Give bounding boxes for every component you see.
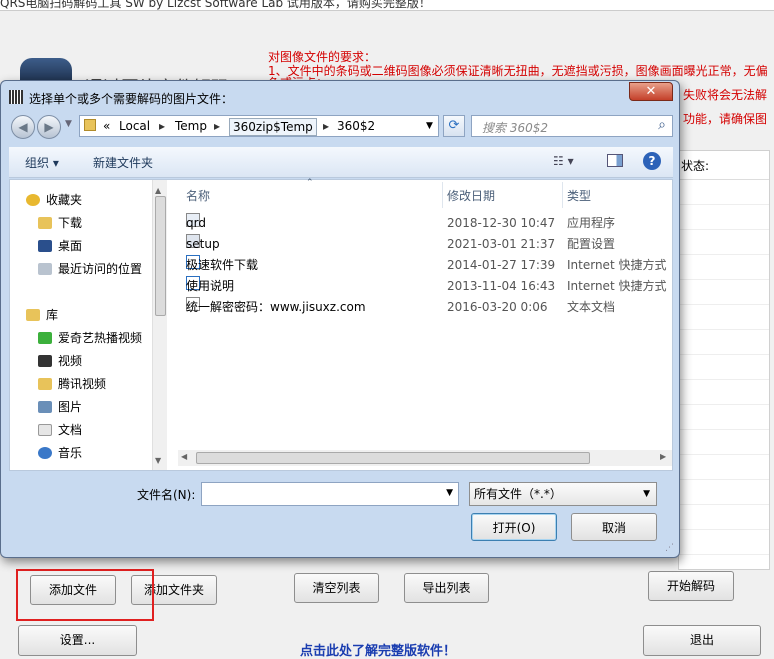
folder-icon bbox=[84, 119, 96, 131]
help-icon[interactable]: ? bbox=[643, 152, 661, 170]
search-input[interactable]: 搜索 360$2 bbox=[482, 119, 548, 136]
file-list-hscrollbar[interactable]: ◀ ▶ bbox=[178, 450, 672, 466]
breadcrumb-360-2[interactable]: 360$2 bbox=[334, 118, 378, 134]
navigation-pane: 收藏夹 下载 桌面 最近访问的位置 库 爱奇艺热播视频 视频 腾讯视频 图片 文… bbox=[10, 180, 162, 470]
dialog-toolbar: 组织 ▾ 新建文件夹 ☷ ▾ ? bbox=[9, 147, 673, 178]
refresh-icon[interactable]: ⟳ bbox=[443, 115, 465, 137]
file-row[interactable]: qrd 2018-12-30 10:47 应用程序 bbox=[186, 213, 676, 234]
breadcrumb-overflow[interactable]: « bbox=[100, 118, 113, 134]
filename-label: 文件名(N): bbox=[137, 488, 196, 502]
address-bar[interactable]: « Local ▸ Temp ▸ 360zip$Temp ▸ 360$2 ▼ bbox=[79, 115, 439, 137]
column-date[interactable]: 修改日期 bbox=[447, 183, 495, 209]
nav-library[interactable]: 库 bbox=[26, 305, 58, 325]
folder-icon bbox=[38, 378, 52, 390]
iqiyi-icon bbox=[38, 332, 52, 344]
start-decode-button[interactable]: 开始解码 bbox=[648, 571, 734, 601]
column-type[interactable]: 类型 bbox=[567, 183, 591, 209]
close-button[interactable]: ✕ bbox=[629, 82, 673, 101]
nav-item-videos[interactable]: 视频 bbox=[38, 351, 82, 371]
promo-link[interactable]: 点击此处了解完整版软件！ bbox=[300, 640, 456, 659]
pictures-icon bbox=[38, 401, 52, 413]
exit-button[interactable]: 退出 bbox=[643, 625, 761, 656]
nav-item-tencent-video[interactable]: 腾讯视频 bbox=[38, 374, 106, 394]
nav-scrollbar[interactable]: ▲ ▼ bbox=[152, 180, 167, 470]
breadcrumb-separator-icon: ▸ bbox=[323, 119, 330, 133]
file-list-grid[interactable]: 状态: bbox=[678, 150, 770, 570]
nav-item-iqiyi[interactable]: 爱奇艺热播视频 bbox=[38, 328, 142, 348]
file-type-filter[interactable]: 所有文件（*.*） ▼ bbox=[469, 482, 657, 506]
library-icon bbox=[26, 309, 40, 321]
video-icon bbox=[38, 355, 52, 367]
nav-item-music[interactable]: 音乐 bbox=[38, 443, 82, 463]
highlight-box bbox=[16, 569, 154, 621]
status-column-header: 状态: bbox=[679, 151, 769, 180]
requirement-line-1: 1、文件中的条码或二维码图像必须保证清晰无扭曲，无遮挡或污损，图像画面曝光正常，… bbox=[268, 64, 768, 78]
search-box[interactable]: 搜索 360$2 ⌕ bbox=[471, 115, 673, 137]
new-folder-button[interactable]: 新建文件夹 bbox=[93, 154, 153, 171]
settings-button[interactable]: 设置... bbox=[18, 625, 137, 656]
clear-list-button[interactable]: 清空列表 bbox=[294, 573, 379, 603]
star-icon bbox=[26, 194, 40, 206]
breadcrumb-separator-icon: ▸ bbox=[159, 119, 166, 133]
file-row[interactable]: setup 2021-03-01 21:37 配置设置 bbox=[186, 234, 676, 255]
requirement-line-4: 功能，请确保图 bbox=[683, 112, 768, 126]
cancel-button[interactable]: 取消 bbox=[571, 513, 657, 541]
view-options-icon[interactable]: ☷ ▾ bbox=[553, 154, 574, 168]
nav-favorites[interactable]: 收藏夹 bbox=[26, 190, 82, 210]
nav-item-pictures[interactable]: 图片 bbox=[38, 397, 82, 417]
app-title-bar: QRS电脑扫码解码工具 SW by Lizcst Software Lab 试用… bbox=[0, 0, 774, 10]
back-arrow-icon[interactable]: ◀ bbox=[11, 115, 35, 139]
address-dropdown-icon[interactable]: ▼ bbox=[426, 121, 433, 131]
nav-item-recent[interactable]: 最近访问的位置 bbox=[38, 259, 142, 279]
downloads-folder-icon bbox=[38, 217, 52, 229]
nav-item-documents[interactable]: 文档 bbox=[38, 420, 82, 440]
resize-grip-icon[interactable]: ⋰ bbox=[665, 543, 674, 553]
column-name[interactable]: 名称 bbox=[186, 183, 210, 209]
search-icon[interactable]: ⌕ bbox=[658, 117, 666, 133]
app-title: QRS电脑扫码解码工具 SW by Lizcst Software Lab 试用… bbox=[0, 0, 431, 10]
nav-item-downloads[interactable]: 下载 bbox=[38, 213, 82, 233]
sort-arrow-icon: ⌃ bbox=[306, 178, 314, 188]
filename-dropdown-icon[interactable]: ▼ bbox=[446, 488, 453, 498]
requirement-line-3: 失败将会无法解 bbox=[683, 88, 768, 102]
music-icon bbox=[38, 447, 52, 459]
dialog-body: 收藏夹 下载 桌面 最近访问的位置 库 爱奇艺热播视频 视频 腾讯视频 图片 文… bbox=[9, 178, 676, 471]
file-row[interactable]: 使用说明 2013-11-04 16:43 Internet 快捷方式 bbox=[186, 276, 676, 297]
qr-icon bbox=[9, 90, 23, 104]
breadcrumb-temp[interactable]: Temp bbox=[172, 118, 210, 134]
breadcrumb-separator-icon: ▸ bbox=[214, 119, 221, 133]
filename-field[interactable]: ▼ bbox=[201, 482, 459, 506]
export-list-button[interactable]: 导出列表 bbox=[404, 573, 489, 603]
preview-pane-icon[interactable] bbox=[607, 154, 623, 167]
file-row[interactable]: 统一解密密码：www.jisuxz.com 2016-03-20 0:06 文本… bbox=[186, 297, 676, 318]
documents-icon bbox=[38, 424, 52, 436]
organize-menu[interactable]: 组织 ▾ bbox=[25, 154, 59, 171]
nav-item-desktop[interactable]: 桌面 bbox=[38, 236, 82, 256]
recent-places-icon bbox=[38, 263, 52, 275]
file-row[interactable]: 极速软件下载 2014-01-27 17:39 Internet 快捷方式 bbox=[186, 255, 676, 276]
desktop-icon bbox=[38, 240, 52, 252]
breadcrumb-local[interactable]: Local bbox=[116, 118, 153, 134]
dialog-title: 选择单个或多个需要解码的图片文件： bbox=[29, 92, 234, 106]
history-dropdown-icon[interactable]: ▼ bbox=[65, 119, 72, 129]
breadcrumb-360ziptemp[interactable]: 360zip$Temp bbox=[229, 118, 317, 136]
forward-arrow-icon[interactable]: ▶ bbox=[37, 115, 61, 139]
open-file-dialog: 选择单个或多个需要解码的图片文件： ✕ ◀ ▶ ▼ « Local ▸ Temp… bbox=[0, 80, 680, 558]
open-button[interactable]: 打开(O) bbox=[471, 513, 557, 541]
chevron-down-icon: ▼ bbox=[643, 489, 650, 499]
